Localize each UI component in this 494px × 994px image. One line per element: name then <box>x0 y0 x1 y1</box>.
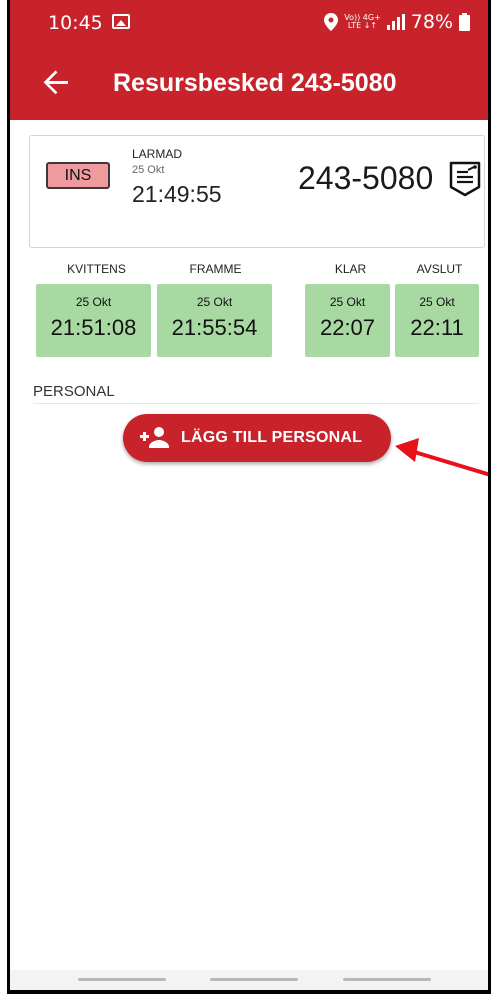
system-nav-bar <box>10 970 488 990</box>
timeline-date: 25 Okt <box>75 295 112 309</box>
alarm-date: 25 Okt <box>132 164 165 176</box>
nav-recent-button[interactable] <box>78 978 166 981</box>
side-panel-edge[interactable] <box>488 158 491 344</box>
timeline-time: 22:07 <box>319 315 376 340</box>
alarm-label: LARMAD <box>132 147 183 161</box>
timeline-label-klar: KLAR <box>334 262 367 276</box>
timeline-time: 21:51:08 <box>50 315 137 340</box>
timeline-time: 22:11 <box>410 315 464 340</box>
annotation-arrow-icon <box>395 438 488 477</box>
page-title: Resursbesked 243-5080 <box>113 69 397 97</box>
nav-home-button[interactable] <box>210 978 298 981</box>
status-indicators: Vo)) 4G+ LTE ↓↑ 78% <box>324 11 470 33</box>
timeline-box-kvittens[interactable]: 25 Okt 21:51:08 <box>36 284 151 357</box>
section-divider <box>33 403 479 404</box>
timeline-time: 21:55:54 <box>171 315 258 340</box>
alarm-time: 21:49:55 <box>132 181 222 207</box>
gallery-icon <box>112 14 130 29</box>
phone-frame: 10:45 Vo)) 4G+ LTE ↓↑ 78% Resursbesked 2… <box>7 0 491 994</box>
timeline-date: 25 Okt <box>329 295 366 309</box>
resource-id: 243-5080 <box>298 160 434 196</box>
battery-icon <box>459 13 470 31</box>
timeline-label-avslut: AVSLUT <box>416 262 463 276</box>
timeline-box-klar[interactable]: 25 Okt 22:07 <box>305 284 390 357</box>
back-arrow-icon[interactable] <box>38 64 74 100</box>
resource-card: INS LARMAD 25 Okt 21:49:55 243-5080 <box>29 135 485 248</box>
add-personal-button[interactable]: LÄGG TILL PERSONAL <box>123 414 391 462</box>
status-time: 10:45 <box>48 12 103 34</box>
network-bottom: LTE ↓↑ <box>347 21 378 30</box>
nav-back-button[interactable] <box>343 978 431 981</box>
timeline-box-avslut[interactable]: 25 Okt 22:11 <box>395 284 479 357</box>
timeline-label-kvittens: KVITTENS <box>67 262 126 276</box>
location-icon <box>324 13 339 31</box>
status-badge: INS <box>46 162 110 189</box>
person-add-icon <box>140 427 169 448</box>
timeline-label-framme: FRAMME <box>189 262 242 276</box>
vehicle-document-icon <box>449 161 481 197</box>
personal-section-title: PERSONAL <box>33 383 115 400</box>
timeline-date: 25 Okt <box>419 295 455 309</box>
signal-icon <box>386 14 405 30</box>
timeline-box-framme[interactable]: 25 Okt 21:55:54 <box>157 284 272 357</box>
main-content: INS LARMAD 25 Okt 21:49:55 243-5080 KVIT… <box>10 120 488 990</box>
app-bar: Resursbesked 243-5080 <box>10 44 488 120</box>
status-bar: 10:45 Vo)) 4G+ LTE ↓↑ 78% <box>10 0 488 44</box>
timeline-date: 25 Okt <box>196 295 233 309</box>
add-personal-label: LÄGG TILL PERSONAL <box>181 429 363 446</box>
battery-percent: 78% <box>410 11 453 33</box>
network-type: Vo)) 4G+ LTE ↓↑ <box>344 14 381 30</box>
